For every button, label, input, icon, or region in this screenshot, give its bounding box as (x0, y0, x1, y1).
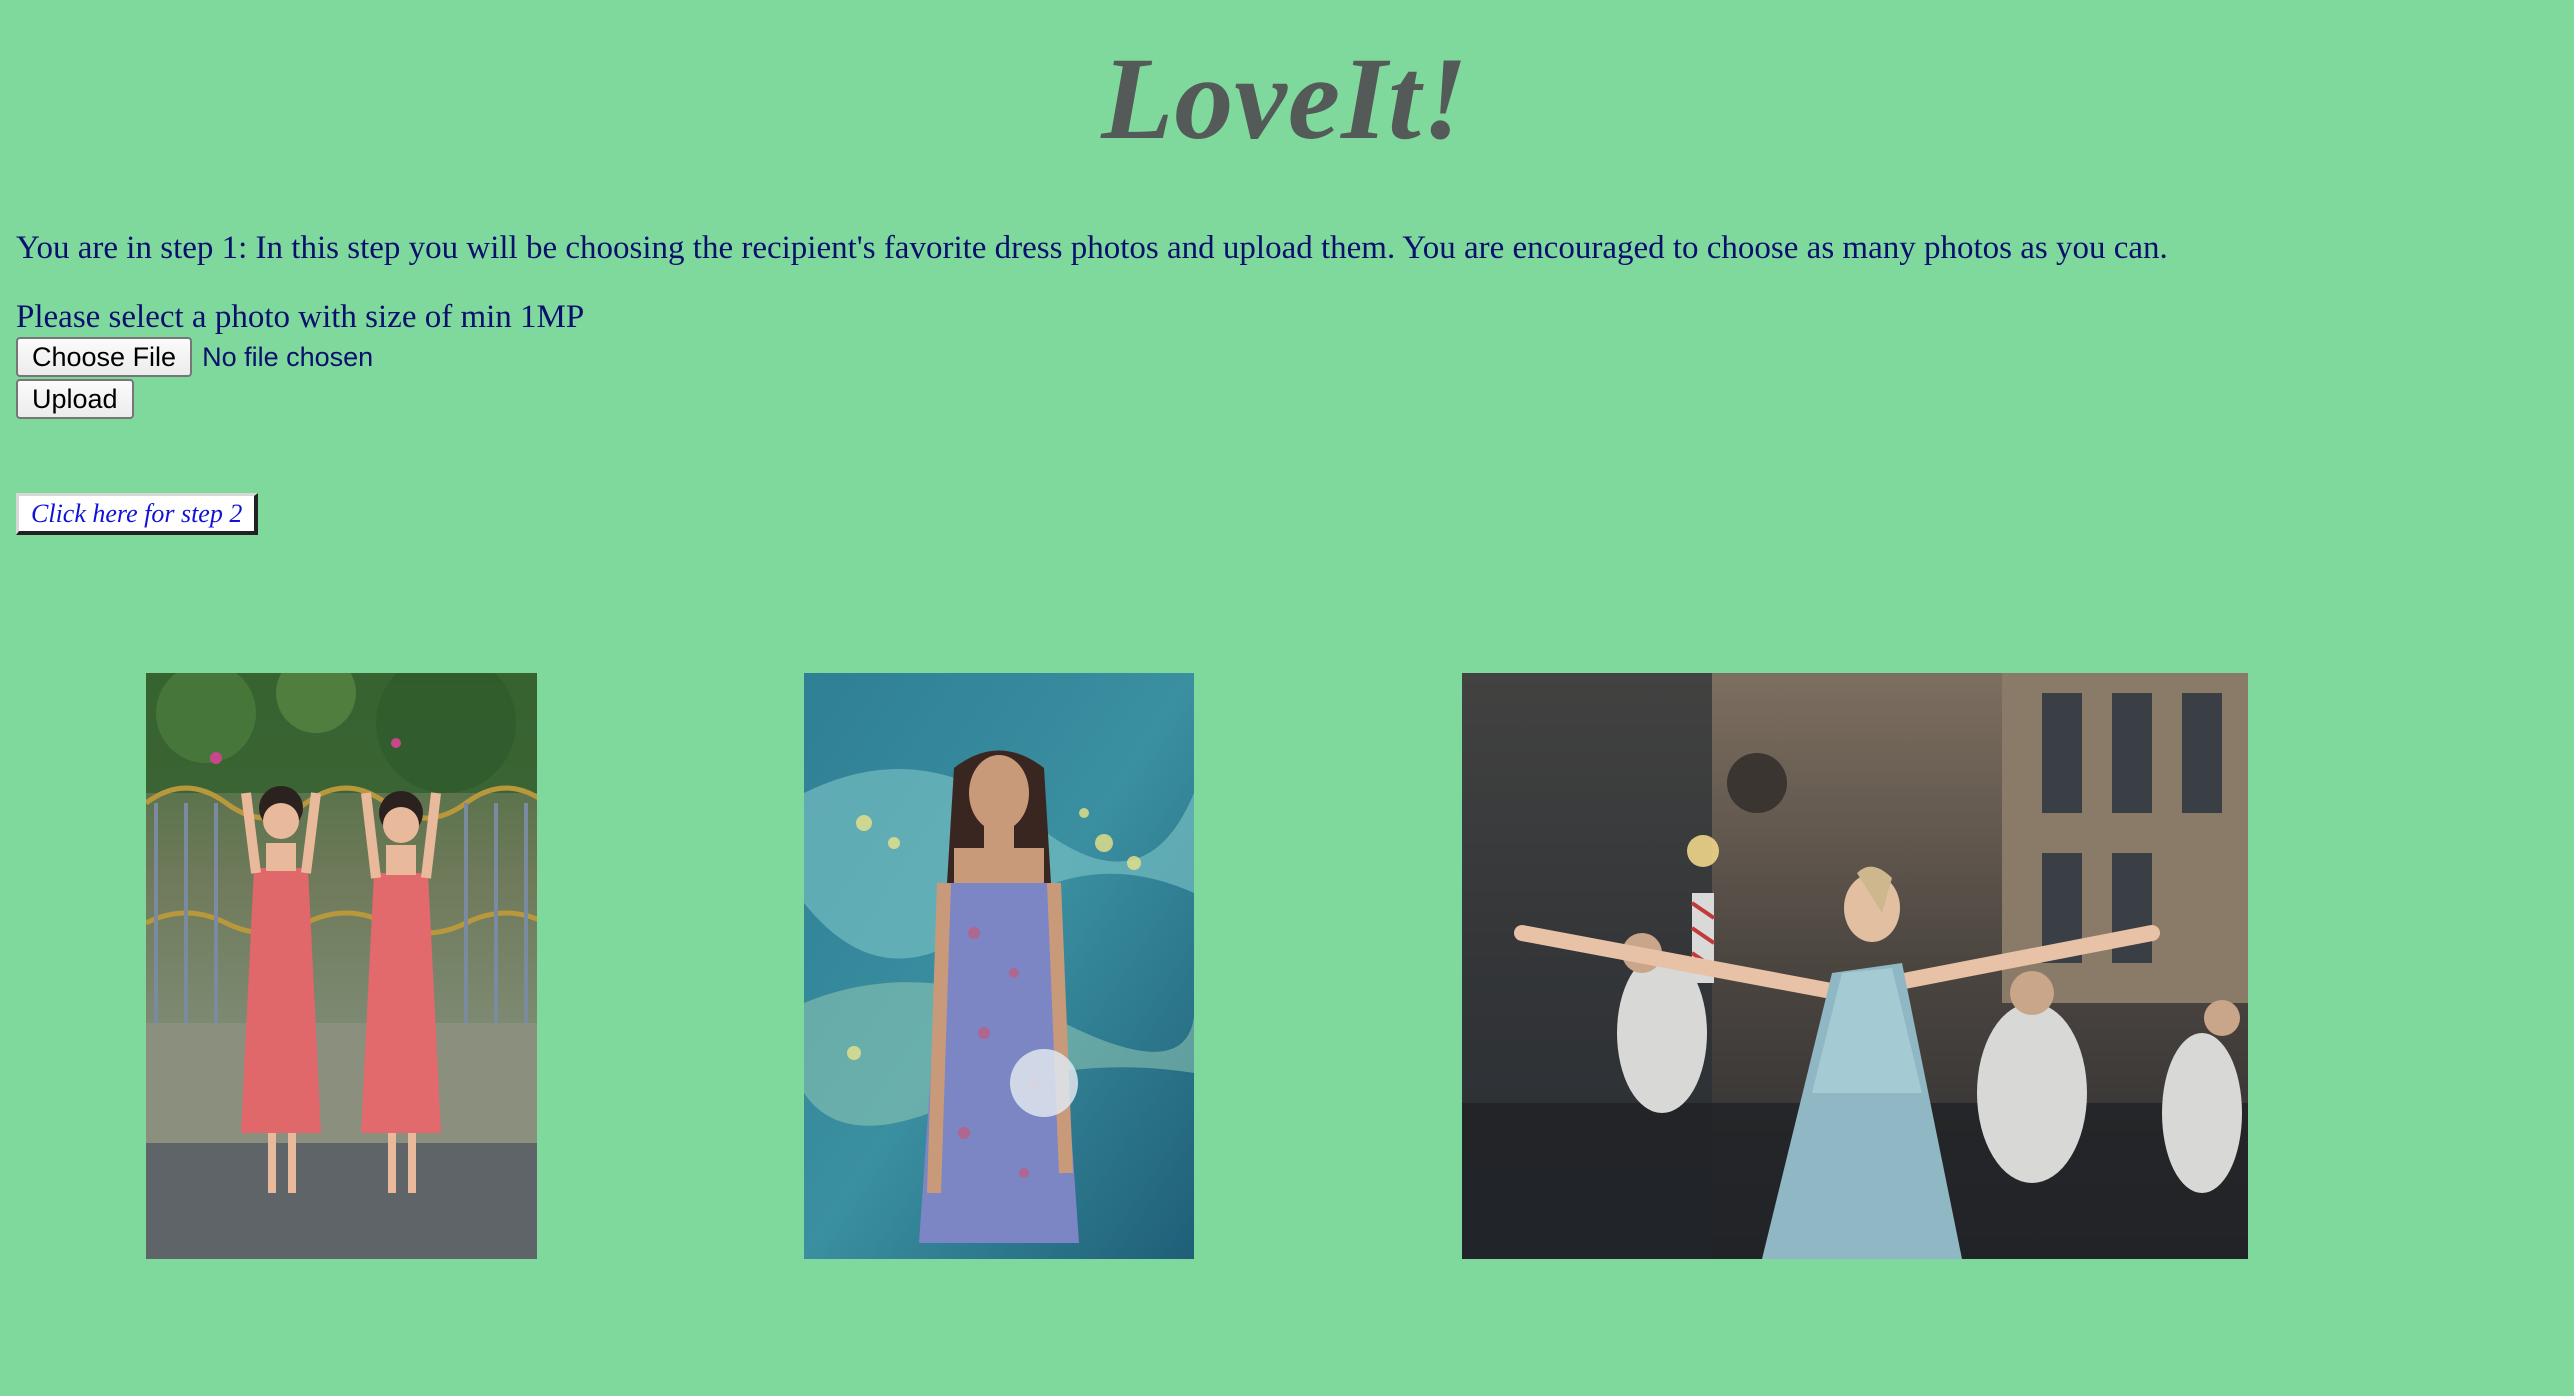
woman-floral-dress-photo (804, 673, 1194, 1259)
file-status-text: No file chosen (202, 341, 374, 372)
upload-button[interactable]: Upload (16, 379, 134, 419)
step-2-button[interactable]: Click here for step 2 (16, 493, 259, 535)
photo-select-label: Please select a photo with size of min 1… (16, 299, 585, 335)
dancer-blue-dress-photo (1462, 673, 2248, 1259)
page-title: LoveIt! (1101, 33, 1469, 164)
page: LoveIt! You are in step 1: In this step … (0, 0, 2574, 1396)
choose-file-button[interactable]: Choose File (16, 337, 193, 377)
two-women-red-dresses-photo (146, 673, 537, 1259)
step-instructions: You are in step 1: In this step you will… (16, 230, 2168, 266)
file-input[interactable]: Choose File No file chosen (16, 337, 373, 377)
